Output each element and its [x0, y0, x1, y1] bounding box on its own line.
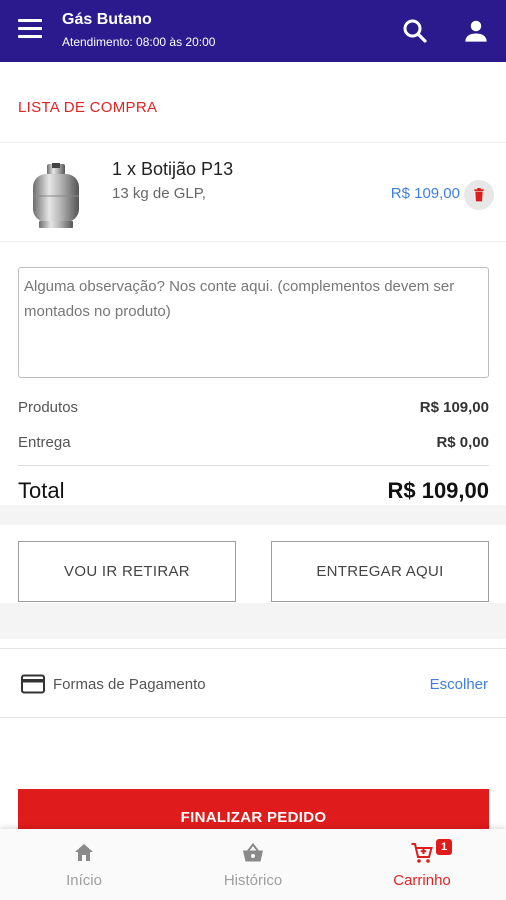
cart-item: 1 x Botijão P13 13 kg de GLP, R$ 109,00 [0, 142, 506, 242]
opening-hours: Atendimento: 08:00 às 20:00 [62, 35, 216, 49]
nav-home[interactable]: Início [0, 829, 168, 900]
item-price: R$ 109,00 [390, 185, 460, 202]
delivery-label: Entrega [18, 434, 71, 451]
summary-divider [18, 465, 489, 466]
item-description: 13 kg de GLP, [112, 185, 206, 202]
payment-methods-row[interactable]: Formas de Pagamento Escolher [0, 648, 506, 718]
shopping-list-title: LISTA DE COMPRA [18, 99, 158, 116]
products-label: Produtos [18, 399, 79, 416]
total-row: Total R$ 109,00 [18, 478, 489, 504]
cart-count-badge: 1 [436, 839, 452, 855]
products-row: Produtos R$ 109,00 [18, 399, 489, 416]
cart-icon [411, 843, 433, 863]
nav-history[interactable]: Histórico [169, 829, 337, 900]
bottom-navigation: Início Histórico Carrinho 1 [0, 829, 506, 900]
observation-field[interactable] [18, 267, 489, 378]
total-label: Total [18, 478, 65, 503]
basket-icon [243, 842, 263, 862]
account-icon[interactable] [461, 16, 491, 46]
pickup-button[interactable]: VOU IR RETIRAR [18, 541, 236, 602]
gas-cylinder-image [33, 163, 79, 228]
search-icon[interactable] [400, 16, 430, 46]
spacer [0, 603, 506, 639]
remove-item-button[interactable] [464, 180, 494, 210]
nav-cart[interactable]: Carrinho [338, 829, 506, 900]
trash-icon [474, 188, 484, 202]
delivery-button[interactable]: ENTREGAR AQUI [271, 541, 489, 602]
total-value: R$ 109,00 [387, 478, 489, 503]
spacer [0, 505, 506, 525]
item-name: 1 x Botijão P13 [112, 159, 234, 179]
choose-payment-link[interactable]: Escolher [430, 676, 488, 693]
app-title: Gás Butano [62, 11, 152, 28]
delivery-value: R$ 0,00 [436, 434, 489, 451]
nav-history-label: Histórico [223, 872, 283, 889]
payment-methods-label: Formas de Pagamento [53, 676, 206, 693]
credit-card-icon [21, 674, 45, 694]
nav-cart-label: Carrinho [393, 872, 451, 889]
home-icon [75, 844, 93, 861]
delivery-row: Entrega R$ 0,00 [18, 434, 489, 451]
menu-icon[interactable] [18, 19, 44, 41]
nav-home-label: Início [66, 872, 102, 889]
app-bar: Gás Butano Atendimento: 08:00 às 20:00 [0, 0, 506, 62]
products-value: R$ 109,00 [419, 399, 489, 416]
